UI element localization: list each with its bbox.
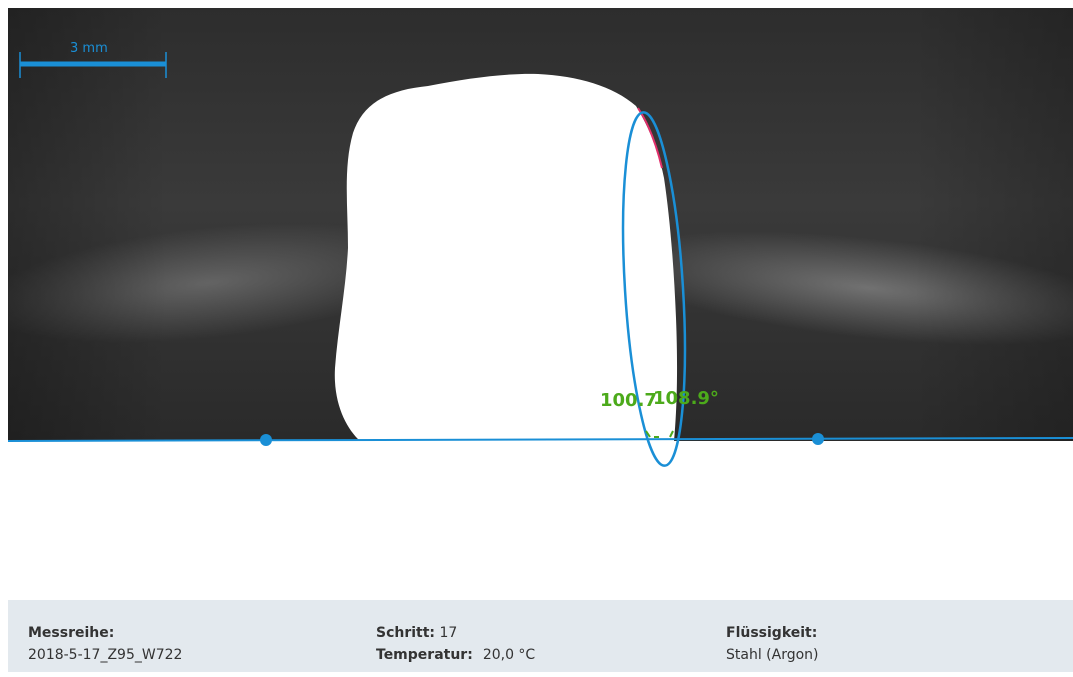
step-value: 17 (439, 625, 458, 641)
baseline-handle-right[interactable] (812, 433, 824, 445)
liquid-label: Flüssigkeit: (726, 625, 818, 641)
temperature-value: 20,0 °C (482, 647, 536, 663)
camera-image-viewer[interactable]: 100.7 108.9° 3 mm (8, 8, 1073, 588)
step-label: Schritt: (376, 625, 436, 641)
series-label: Messreihe: (28, 625, 115, 641)
liquid-info: Flüssigkeit: Stahl (Argon) (726, 622, 819, 666)
series-value: 2018-5-17_Z95_W722 (28, 647, 183, 663)
contact-angle-right-label: 108.9° (653, 388, 719, 409)
scale-bar-label: 3 mm (70, 41, 108, 56)
contact-angle-left-label: 100.7 (600, 390, 657, 411)
measurement-info-panel: Messreihe: 2018-5-17_Z95_W722 Schritt: 1… (8, 600, 1073, 672)
step-info: Schritt: 17 Temperatur: 20,0 °C (376, 622, 535, 666)
drop-silhouette (334, 73, 678, 442)
liquid-value: Stahl (Argon) (726, 647, 819, 663)
temperature-label: Temperatur: (376, 647, 473, 663)
baseline-handle-left[interactable] (260, 434, 272, 446)
series-info: Messreihe: 2018-5-17_Z95_W722 (28, 622, 182, 666)
drop-image: 100.7 108.9° 3 mm (8, 8, 1073, 467)
